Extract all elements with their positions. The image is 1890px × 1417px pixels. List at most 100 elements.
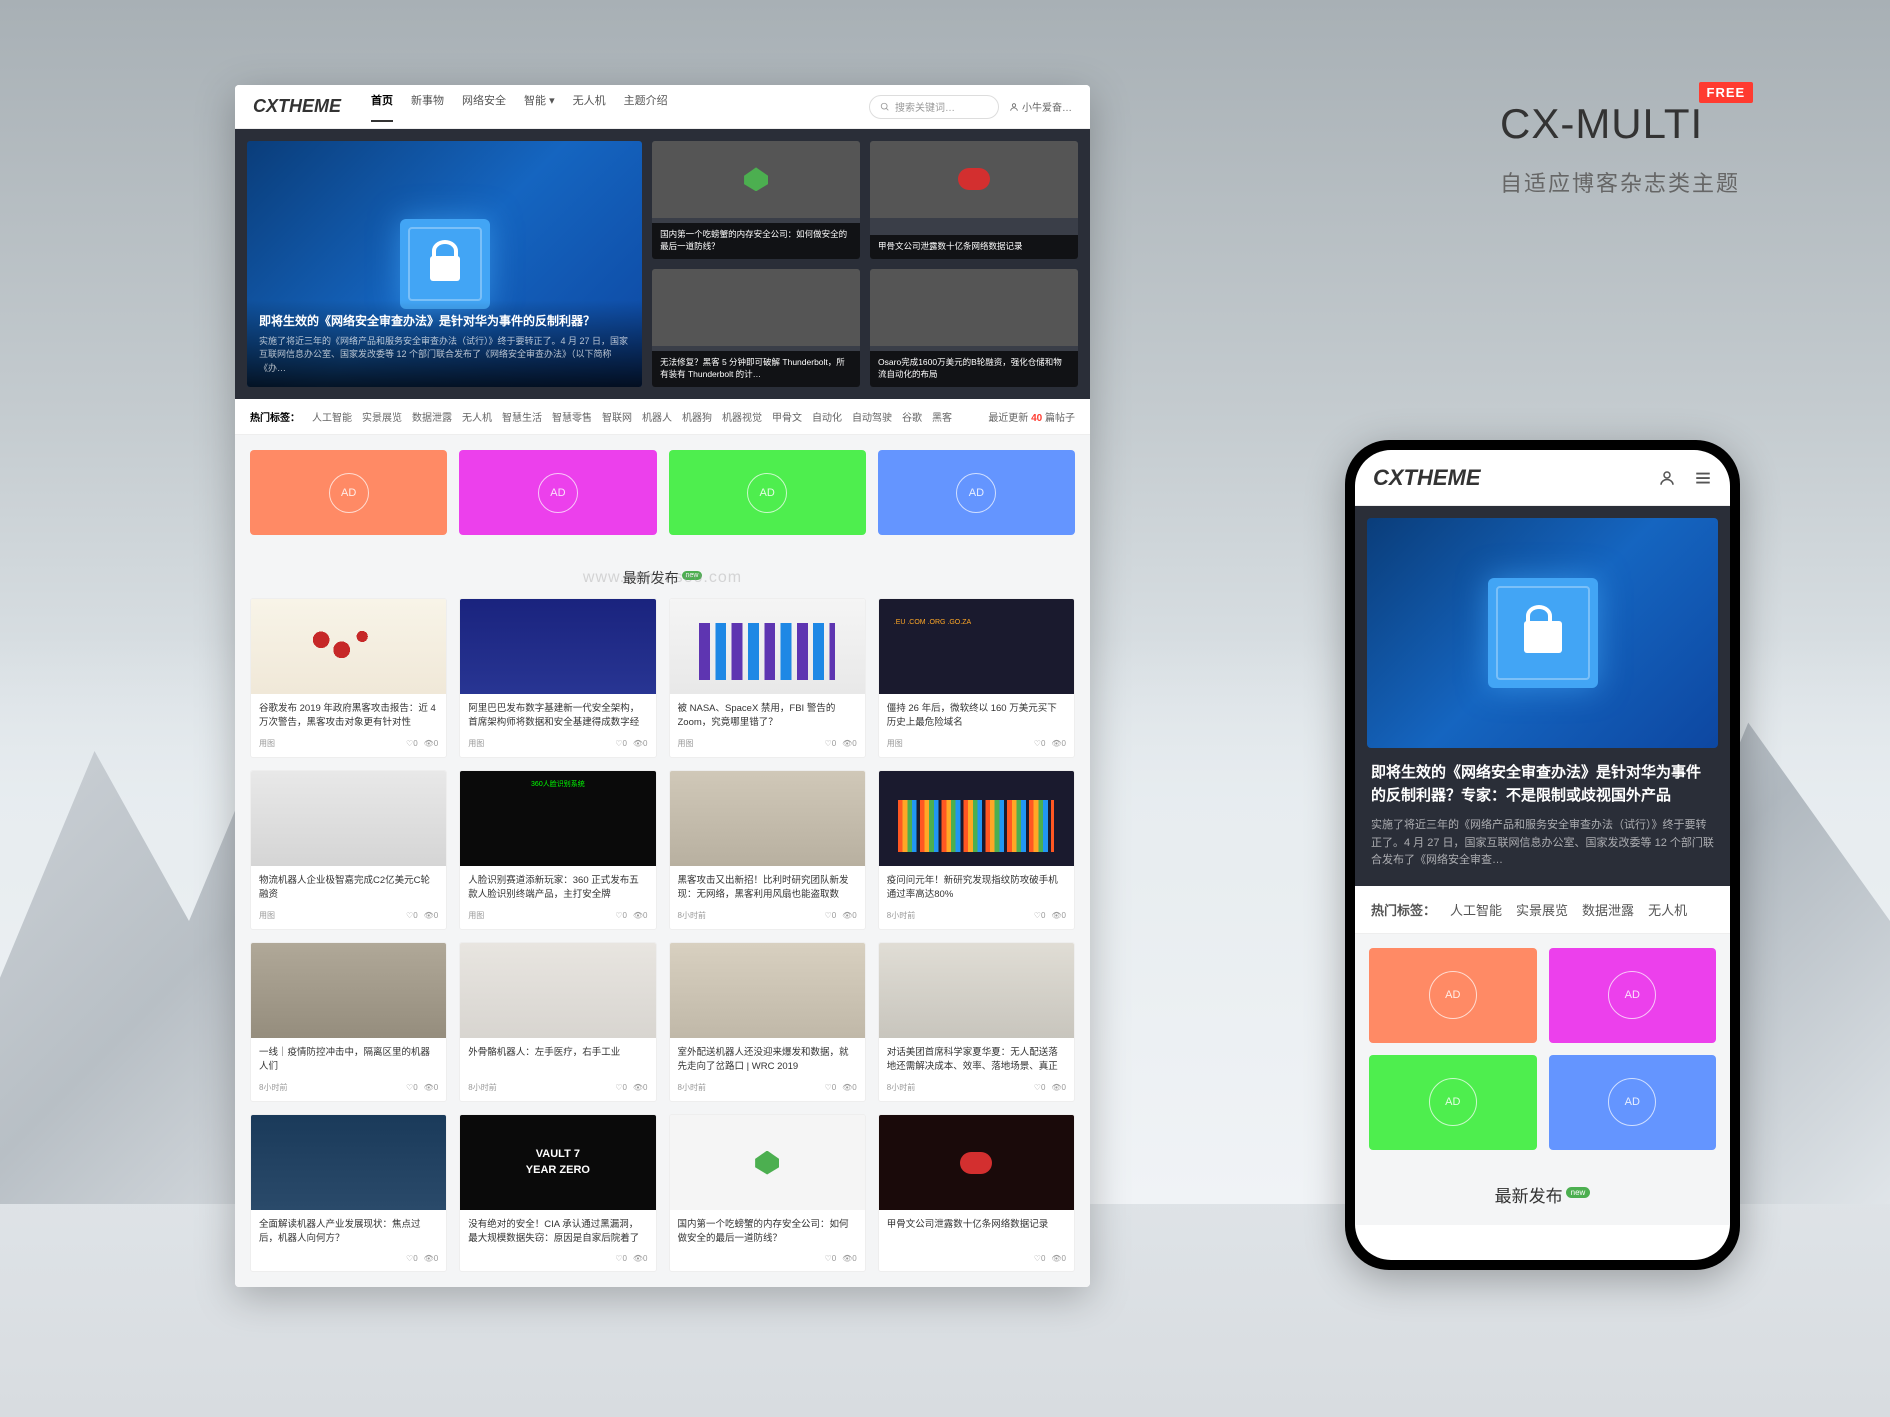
tag-link[interactable]: 实景展览	[362, 409, 402, 424]
tag-link[interactable]: 人工智能	[312, 409, 352, 424]
hero-tile[interactable]: Osaro完成1600万美元的B轮融资，强化仓储和物流自动化的布局	[870, 269, 1078, 387]
user-menu[interactable]: 小牛爱奋…	[1009, 99, 1072, 114]
view-icon[interactable]: 👁0	[424, 739, 439, 748]
article-card[interactable]: 僵持 26 年后，微软终以 160 万美元买下历史上最危险域名 用图 ♡0 👁0	[878, 598, 1075, 758]
mobile-hero[interactable]: 即将生效的《网络安全审查办法》是针对华为事件的反制利器？专家：不是限制或歧视国外…	[1355, 506, 1730, 886]
like-icon[interactable]: ♡0	[615, 1083, 627, 1092]
view-icon[interactable]: 👁0	[633, 1083, 648, 1092]
menu-icon[interactable]	[1694, 469, 1712, 487]
hero-tile[interactable]: 无法修复？黑客 5 分钟即可破解 Thunderbolt，所有装有 Thunde…	[652, 269, 860, 387]
article-card[interactable]: 疫问问元年！新研究发现指纹防攻破手机通过率高达80% 8小时前 ♡0 👁0	[878, 770, 1075, 930]
view-icon[interactable]: 👁0	[424, 911, 439, 920]
nav-item[interactable]: 网络安全	[462, 92, 506, 122]
view-icon[interactable]: 👁0	[424, 1254, 439, 1263]
tag-link[interactable]: 数据泄露	[1582, 900, 1634, 919]
tag-link[interactable]: 实景展览	[1516, 900, 1568, 919]
ad-slot[interactable]: AD	[1369, 1055, 1537, 1150]
like-icon[interactable]: ♡0	[615, 1254, 627, 1263]
latest-section: 最新发布new www.henenseo.com 谷歌发布 2019 年政府黑客…	[235, 550, 1090, 1287]
view-icon[interactable]: 👁0	[1051, 911, 1066, 920]
tag-link[interactable]: 黑客	[932, 409, 952, 424]
article-card[interactable]: 谷歌发布 2019 年政府黑客攻击报告：近 4 万次警告，黑客攻击对象更有针对性…	[250, 598, 447, 758]
like-icon[interactable]: ♡0	[825, 1254, 837, 1263]
article-card[interactable]: 对话美团首席科学家夏华夏：无人配送落地还需解决成本、效率、落地场景、真正核心需求…	[878, 942, 1075, 1102]
tag-link[interactable]: 无人机	[1648, 900, 1687, 919]
article-card[interactable]: 没有绝对的安全！CIA 承认通过黑漏洞，最大规模数据失窃：原因是自家后院着了火 …	[459, 1114, 656, 1272]
view-icon[interactable]: 👁0	[1051, 1254, 1066, 1263]
like-icon[interactable]: ♡0	[825, 739, 837, 748]
site-logo[interactable]: CXTHEME	[1373, 465, 1658, 491]
article-card[interactable]: 全面解读机器人产业发展现状：焦点过后，机器人向何方？ ♡0 👁0	[250, 1114, 447, 1272]
ad-slot[interactable]: AD	[669, 450, 866, 535]
ad-slot[interactable]: AD	[459, 450, 656, 535]
like-icon[interactable]: ♡0	[825, 1083, 837, 1092]
like-icon[interactable]: ♡0	[825, 911, 837, 920]
article-card[interactable]: 人脸识别赛道添新玩家：360 正式发布五款人脸识别终端产品，主打安全牌 用图 ♡…	[459, 770, 656, 930]
article-card[interactable]: 一线｜疫情防控冲击中，隔离区里的机器人们 8小时前 ♡0 👁0	[250, 942, 447, 1102]
hero-tile[interactable]: 甲骨文公司泄露数十亿条网络数据记录	[870, 141, 1078, 259]
view-icon[interactable]: 👁0	[842, 739, 857, 748]
like-icon[interactable]: ♡0	[406, 911, 418, 920]
tag-link[interactable]: 机器狗	[682, 409, 712, 424]
like-icon[interactable]: ♡0	[1034, 1083, 1046, 1092]
tag-link[interactable]: 自动化	[812, 409, 842, 424]
tag-link[interactable]: 智慧生活	[502, 409, 542, 424]
like-icon[interactable]: ♡0	[406, 739, 418, 748]
article-card[interactable]: 外骨骼机器人：左手医疗，右手工业 8小时前 ♡0 👁0	[459, 942, 656, 1102]
nav-item[interactable]: 新事物	[411, 92, 444, 122]
view-icon[interactable]: 👁0	[1051, 739, 1066, 748]
view-icon[interactable]: 👁0	[1051, 1083, 1066, 1092]
mobile-header: CXTHEME	[1355, 450, 1730, 506]
search-input[interactable]: 搜索关键词…	[869, 95, 999, 119]
like-icon[interactable]: ♡0	[1034, 1254, 1046, 1263]
like-icon[interactable]: ♡0	[615, 911, 627, 920]
article-card[interactable]: 被 NASA、SpaceX 禁用，FBI 警告的 Zoom，究竟哪里错了？ 用图…	[669, 598, 866, 758]
tag-link[interactable]: 智联网	[602, 409, 632, 424]
like-icon[interactable]: ♡0	[1034, 911, 1046, 920]
ad-slot[interactable]: AD	[1549, 1055, 1717, 1150]
ad-slot[interactable]: AD	[878, 450, 1075, 535]
tag-link[interactable]: 智慧零售	[552, 409, 592, 424]
hero-tile[interactable]: 国内第一个吃螃蟹的内存安全公司：如何做安全的最后一道防线？	[652, 141, 860, 259]
like-icon[interactable]: ♡0	[1034, 739, 1046, 748]
hero-main-tile[interactable]: 即将生效的《网络安全审查办法》是针对华为事件的反制利器？ 实施了将近三年的《网络…	[247, 141, 642, 387]
card-thumbnail	[251, 1115, 446, 1210]
nav-item[interactable]: 主题介绍	[624, 92, 668, 122]
view-icon[interactable]: 👁0	[842, 911, 857, 920]
nav-item[interactable]: 无人机	[573, 92, 606, 122]
ad-slot[interactable]: AD	[250, 450, 447, 535]
view-icon[interactable]: 👁0	[633, 739, 648, 748]
article-card[interactable]: 黑客攻击又出新招！比利时研究团队新发现：无网络，黑客利用风扇也能盗取数据！ 8小…	[669, 770, 866, 930]
tag-link[interactable]: 机器视觉	[722, 409, 762, 424]
tag-link[interactable]: 机器人	[642, 409, 672, 424]
tag-link[interactable]: 无人机	[462, 409, 492, 424]
view-icon[interactable]: 👁0	[633, 1254, 648, 1263]
tag-link[interactable]: 自动驾驶	[852, 409, 892, 424]
article-card[interactable]: 室外配送机器人还没迎来爆发和数据，就先走向了岔路口 | WRC 2019 8小时…	[669, 942, 866, 1102]
like-icon[interactable]: ♡0	[406, 1083, 418, 1092]
card-title: 物流机器人企业极智嘉完成C2亿美元C轮融资	[259, 874, 438, 902]
view-icon[interactable]: 👁0	[842, 1254, 857, 1263]
tags-bar: 热门标签： 人工智能实景展览数据泄露无人机智慧生活智慧零售智联网机器人机器狗机器…	[235, 399, 1090, 435]
article-card[interactable]: 国内第一个吃螃蟹的内存安全公司：如何做安全的最后一道防线？ ♡0 👁0	[669, 1114, 866, 1272]
site-logo[interactable]: CXTHEME	[253, 96, 341, 117]
like-icon[interactable]: ♡0	[615, 739, 627, 748]
ad-slot[interactable]: AD	[1369, 948, 1537, 1043]
view-icon[interactable]: 👁0	[842, 1083, 857, 1092]
section-title: 最新发布new www.henenseo.com	[250, 558, 1075, 598]
article-card[interactable]: 甲骨文公司泄露数十亿条网络数据记录 ♡0 👁0	[878, 1114, 1075, 1272]
ad-slot[interactable]: AD	[1549, 948, 1717, 1043]
user-icon[interactable]	[1658, 469, 1676, 487]
article-card[interactable]: 阿里巴巴发布数字基建新一代安全架构，首席架构师将数据和安全基建得成数字经济标配 …	[459, 598, 656, 758]
view-icon[interactable]: 👁0	[424, 1083, 439, 1092]
tag-link[interactable]: 人工智能	[1450, 900, 1502, 919]
nav-item[interactable]: 智能 ▾	[524, 92, 555, 122]
nav-item[interactable]: 首页	[371, 92, 393, 122]
tag-link[interactable]: 甲骨文	[772, 409, 802, 424]
tag-link[interactable]: 数据泄露	[412, 409, 452, 424]
card-thumbnail	[460, 771, 655, 866]
article-card[interactable]: 物流机器人企业极智嘉完成C2亿美元C轮融资 用图 ♡0 👁0	[250, 770, 447, 930]
tag-link[interactable]: 谷歌	[902, 409, 922, 424]
view-icon[interactable]: 👁0	[633, 911, 648, 920]
like-icon[interactable]: ♡0	[406, 1254, 418, 1263]
